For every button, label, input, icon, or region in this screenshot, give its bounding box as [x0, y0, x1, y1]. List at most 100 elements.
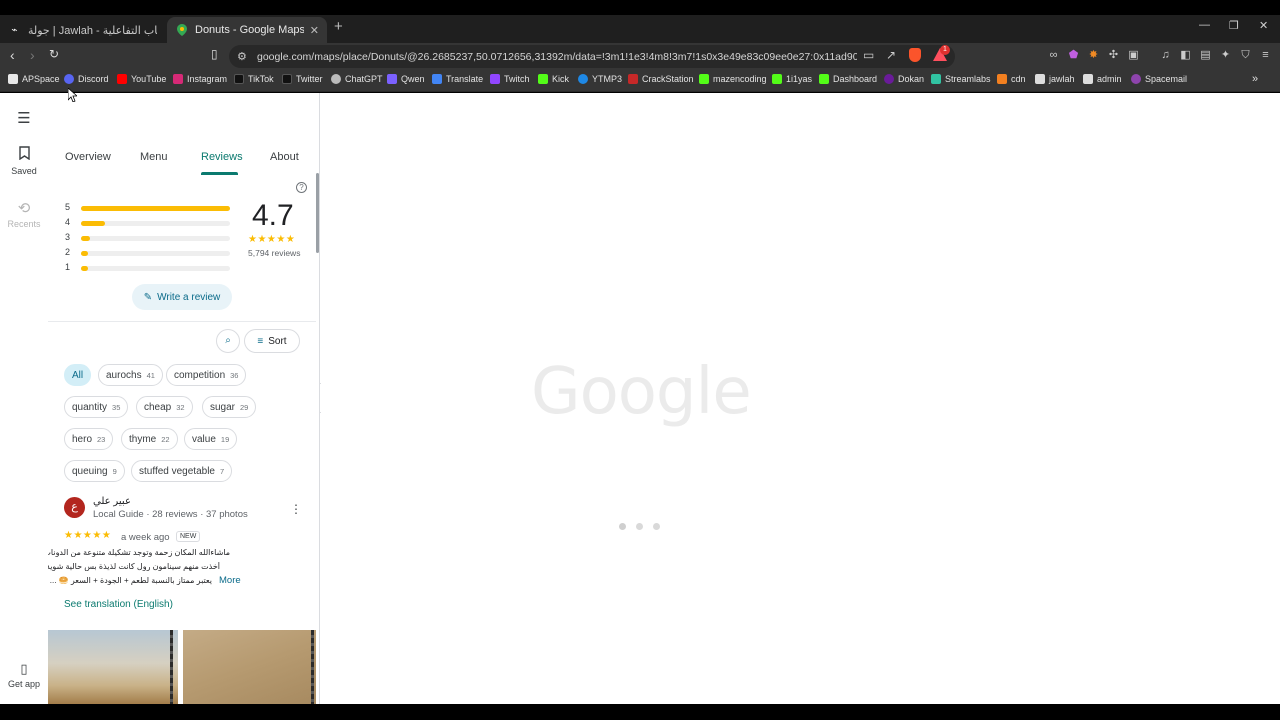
site-info-icon[interactable]: ⚙: [237, 50, 247, 63]
media-icon[interactable]: ♫: [1159, 49, 1172, 62]
address-bar[interactable]: ⚙ google.com/maps/place/Donuts/@26.26852…: [229, 45, 955, 68]
bookmark-qwen[interactable]: Qwen: [387, 74, 425, 84]
search-reviews-button[interactable]: ⌕: [216, 329, 240, 353]
bookmark-1i1yas[interactable]: 1i1yas: [772, 74, 812, 84]
topic-chip[interactable]: sugar 29: [202, 396, 257, 418]
new-tab-icon[interactable]: +: [334, 18, 343, 35]
histogram-row-1[interactable]: 1: [64, 262, 234, 274]
hamburger-menu-button[interactable]: ☰: [0, 109, 48, 129]
review-more-link[interactable]: More: [219, 575, 241, 586]
vpn-icon[interactable]: ⛉: [1239, 49, 1252, 62]
topic-chip[interactable]: hero 23: [64, 428, 114, 450]
close-tab-icon[interactable]: ✕: [310, 24, 319, 37]
extension-orange-icon[interactable]: ✸: [1087, 49, 1100, 62]
menu-icon[interactable]: ≡: [1259, 49, 1272, 62]
extension-shield-icon[interactable]: ⬟: [1067, 49, 1080, 62]
topic-chip[interactable]: aurochs 41: [98, 364, 163, 386]
write-review-button[interactable]: ✎ Write a review: [132, 284, 232, 310]
bookmark-chatgpt[interactable]: ChatGPT: [331, 74, 383, 84]
cast-icon[interactable]: ▭: [863, 48, 874, 62]
bookmark-jawlah[interactable]: jawlah: [1035, 74, 1075, 84]
get-app-button[interactable]: ▯ Get app: [0, 661, 48, 689]
forward-icon[interactable]: ›: [30, 47, 35, 63]
chip-label: cheap: [144, 401, 172, 413]
extension-box-icon[interactable]: ▣: [1127, 49, 1140, 62]
maximize-icon[interactable]: ❐: [1229, 19, 1239, 32]
close-window-icon[interactable]: ✕: [1259, 19, 1268, 32]
bookmark-dokan[interactable]: Dokan: [884, 74, 924, 84]
bookmark-apspace[interactable]: APSpace: [8, 74, 60, 84]
bookmark-page-icon[interactable]: ▯: [211, 47, 218, 61]
topic-chip[interactable]: cheap 32: [136, 396, 193, 418]
brave-shields-icon[interactable]: [909, 48, 921, 62]
tab-about[interactable]: About: [270, 151, 299, 163]
topic-chip[interactable]: queuing 9: [64, 460, 125, 482]
bookmark-admin[interactable]: admin: [1083, 74, 1122, 84]
review-count[interactable]: 5,794 reviews: [248, 248, 300, 258]
reviewer-name[interactable]: عبير علي: [93, 496, 131, 507]
histogram-row-5[interactable]: 5: [64, 202, 234, 214]
map-canvas[interactable]: Google: [321, 93, 1280, 704]
extensions-puzzle-icon[interactable]: ✣: [1107, 49, 1120, 62]
bookmark-instagram[interactable]: Instagram: [173, 74, 227, 84]
share-icon[interactable]: ↗: [886, 48, 896, 62]
bookmark-twitter[interactable]: Twitter: [282, 74, 323, 84]
bookmarks-bar: APSpace Discord YouTube Instagram TikTok…: [0, 70, 1280, 92]
minimize-icon[interactable]: —: [1199, 19, 1210, 31]
topic-chip[interactable]: thyme 22: [121, 428, 178, 450]
histogram-row-3[interactable]: 3: [64, 232, 234, 244]
histogram-row-4[interactable]: 4: [64, 217, 234, 229]
see-translation-link[interactable]: See translation (English): [64, 599, 173, 610]
review-date: a week ago: [121, 532, 170, 543]
bookmark-spacemail[interactable]: Spacemail: [1131, 74, 1187, 84]
bookmark-label: Twitch: [504, 74, 530, 84]
back-icon[interactable]: ‹: [10, 47, 15, 63]
bookmark-label: TikTok: [248, 74, 274, 84]
kick-icon: [538, 74, 548, 84]
topic-chip[interactable]: quantity 35: [64, 396, 129, 418]
topic-chip[interactable]: competition 36: [166, 364, 247, 386]
bookmark-streamlabs[interactable]: Streamlabs: [931, 74, 991, 84]
recents-button[interactable]: ⟲ Recents: [0, 199, 48, 229]
tab-reviews[interactable]: Reviews: [201, 151, 243, 163]
reload-icon[interactable]: ↻: [49, 47, 59, 61]
panel-scrollbar[interactable]: [316, 173, 319, 253]
review-photo[interactable]: [183, 630, 316, 704]
histogram-fill: [81, 221, 105, 226]
saved-button[interactable]: Saved: [0, 146, 48, 176]
sort-button[interactable]: ≡ Sort: [244, 329, 300, 353]
bookmark-cdn[interactable]: cdn: [997, 74, 1026, 84]
bookmark-ytmp3[interactable]: YTMP3: [578, 74, 622, 84]
help-icon[interactable]: ?: [296, 182, 307, 193]
extension-glasses-icon[interactable]: ∞: [1047, 49, 1060, 62]
browser-tab-jawlah[interactable]: ⌁ جولة | Jawlah - منصة الألعاب التفاعلية: [0, 17, 165, 43]
tab-menu[interactable]: Menu: [140, 151, 168, 163]
topic-chip[interactable]: All: [64, 364, 92, 386]
bookmark-label: CrackStation: [642, 74, 694, 84]
place-panel: Overview Menu Reviews About ? 54321 4.7 …: [48, 93, 320, 704]
sidebar-icon[interactable]: ◧: [1179, 49, 1192, 62]
review-more-options-icon[interactable]: ⋮: [290, 502, 302, 516]
more-bookmarks-icon[interactable]: »: [1252, 73, 1258, 85]
reviewer-avatar[interactable]: ع: [64, 497, 85, 518]
tab-overview[interactable]: Overview: [65, 151, 111, 163]
topic-chip[interactable]: value 19: [184, 428, 238, 450]
bookmark-tiktok[interactable]: TikTok: [234, 74, 274, 84]
bookmark-crackstation[interactable]: CrackStation: [628, 74, 694, 84]
bookmark-kick[interactable]: Kick: [538, 74, 569, 84]
bookmark-dashboard[interactable]: Dashboard: [819, 74, 877, 84]
bookmark-mazencoding[interactable]: mazencoding: [699, 74, 767, 84]
histogram-row-2[interactable]: 2: [64, 247, 234, 259]
bookmark-translate[interactable]: Translate: [432, 74, 483, 84]
chip-label: thyme: [129, 433, 157, 445]
bookmark-youtube[interactable]: YouTube: [117, 74, 166, 84]
topic-chip[interactable]: stuffed vegetable 7: [131, 460, 233, 482]
bookmark-discord[interactable]: Discord: [64, 74, 109, 84]
sort-icon: ≡: [257, 335, 264, 347]
cdn-icon: [997, 74, 1007, 84]
review-photo[interactable]: [48, 630, 178, 704]
bookmark-twitch[interactable]: Twitch: [490, 74, 530, 84]
browser-tab-google-maps[interactable]: Donuts - Google Maps ✕: [167, 17, 327, 43]
leo-ai-icon[interactable]: ✦: [1219, 49, 1232, 62]
wallet-icon[interactable]: ▤: [1199, 49, 1212, 62]
